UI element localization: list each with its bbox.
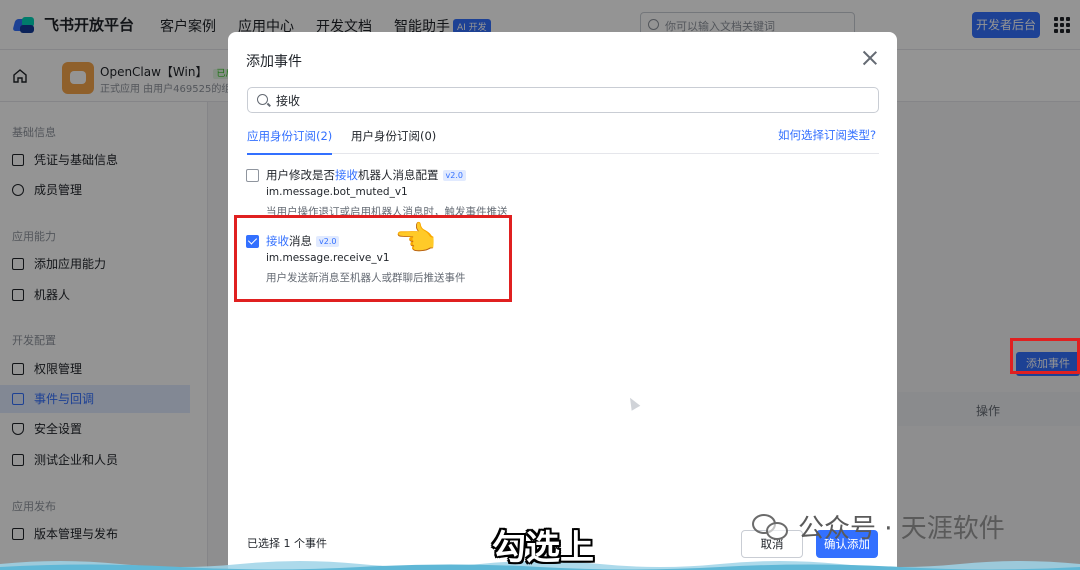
version-badge: v2.0 (442, 170, 466, 181)
event-search-field[interactable] (247, 87, 879, 113)
search-icon (257, 94, 268, 105)
watermark-text: 公众号 · 天涯软件 (798, 514, 1005, 544)
tab-user-identity[interactable]: 用户身份订阅(0) (351, 128, 436, 154)
event-checkbox[interactable] (246, 169, 259, 182)
close-icon[interactable] (862, 50, 878, 66)
event-key: im.message.bot_muted_v1 (266, 186, 408, 198)
wechat-icon (752, 512, 790, 542)
video-subtitle: 勾选上 (492, 528, 594, 568)
add-event-dialog: 添加事件 应用身份订阅(2) 用户身份订阅(0) 如何选择订阅类型? 用户修改是… (228, 32, 897, 570)
mouse-cursor-icon (625, 395, 641, 411)
add-event-highlight-box (1010, 338, 1080, 374)
event-name: 用户修改是否接收机器人消息配置 v2.0 (266, 167, 466, 183)
event-name-highlight: 接收 (335, 168, 358, 182)
event-search-input[interactable] (276, 90, 866, 110)
pointing-hand-icon: 👈 (394, 219, 437, 259)
subscription-help-link[interactable]: 如何选择订阅类型? (778, 127, 876, 143)
selected-event-highlight-box (234, 215, 512, 302)
tab-app-identity[interactable]: 应用身份订阅(2) (247, 128, 333, 155)
event-name-prefix: 用户修改是否 (266, 168, 335, 182)
selected-count: 已选择 1 个事件 (247, 537, 327, 550)
event-name-suffix: 机器人消息配置 (358, 168, 439, 182)
dialog-title: 添加事件 (246, 54, 302, 70)
watermark: 公众号 · 天涯软件 (752, 508, 1005, 545)
